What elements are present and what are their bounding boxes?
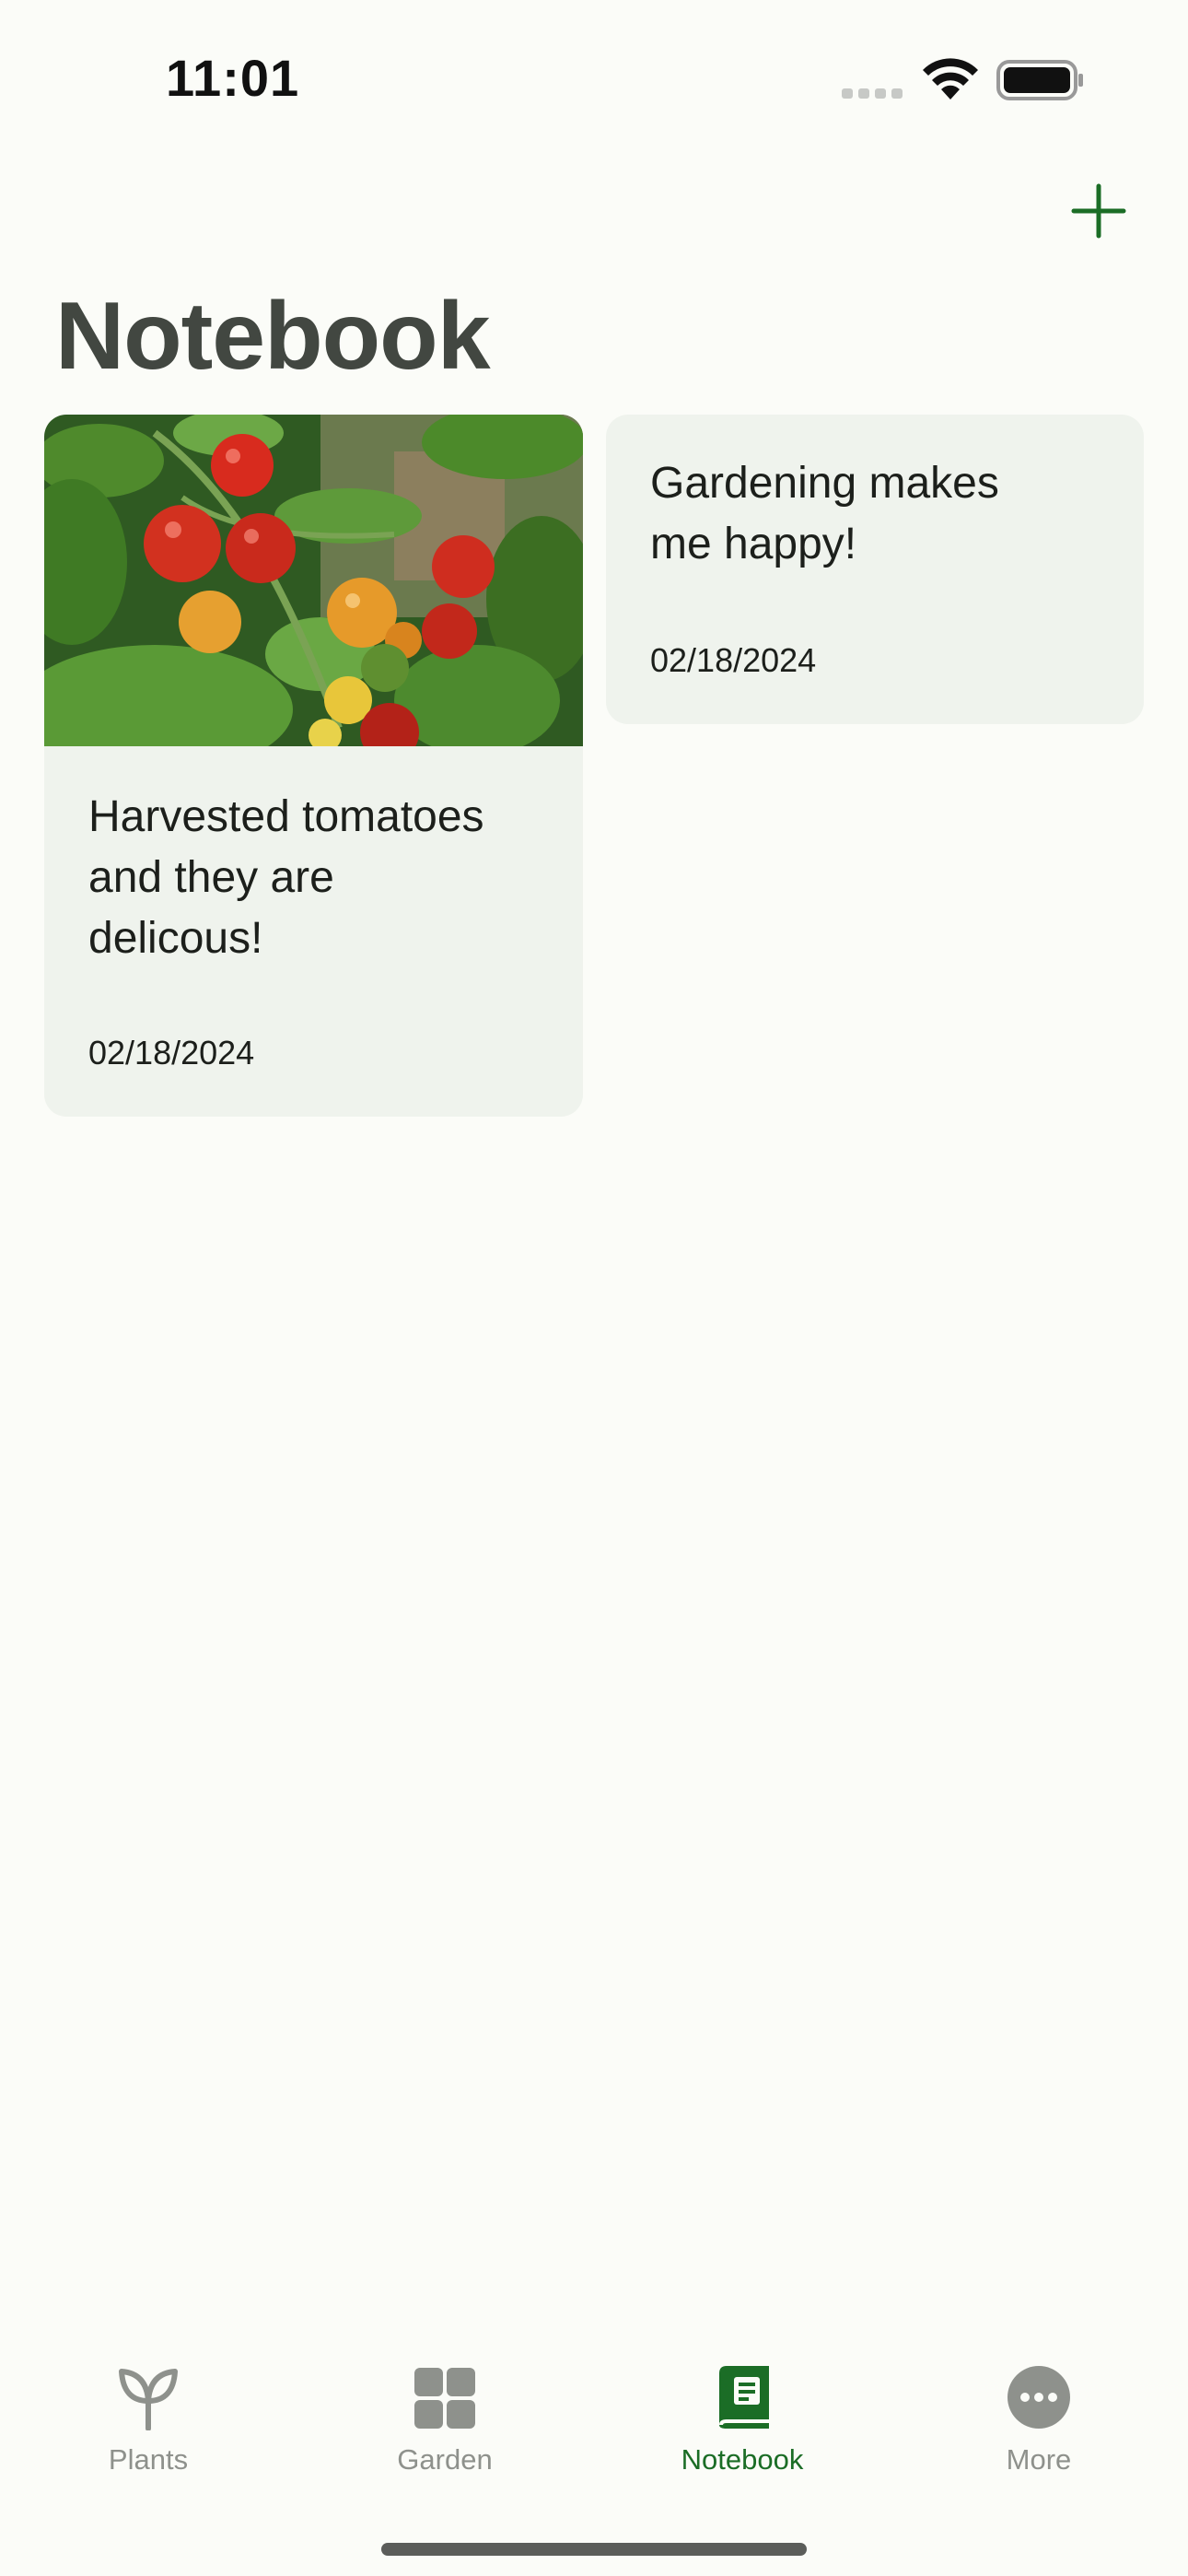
note-card[interactable]: Harvested tomatoes and they are delicous… xyxy=(44,415,583,1117)
note-date: 02/18/2024 xyxy=(650,641,817,679)
tab-garden[interactable]: Garden xyxy=(334,2340,555,2478)
more-icon xyxy=(1007,2366,1070,2429)
tomato-plant-image xyxy=(44,415,583,746)
tab-label: Notebook xyxy=(681,2443,804,2476)
add-note-button[interactable] xyxy=(1068,181,1129,241)
note-text: Harvested tomatoes and they are delicous… xyxy=(88,792,484,963)
tab-notebook[interactable]: Notebook xyxy=(632,2340,853,2478)
note-card[interactable]: Gardening makes me happy! 02/18/2024 xyxy=(606,415,1144,724)
status-time: 11:01 xyxy=(166,49,300,107)
home-indicator[interactable] xyxy=(381,2543,807,2556)
grid-icon xyxy=(414,2368,475,2429)
notebook-screen: 11:01 Notebook Harvested tomatoes and th… xyxy=(0,0,1188,2576)
tab-label: Plants xyxy=(108,2443,189,2476)
wifi-icon xyxy=(923,58,978,100)
notebook-icon xyxy=(719,2366,769,2429)
tab-label: Garden xyxy=(397,2443,493,2476)
battery-icon xyxy=(996,60,1083,100)
sprout-icon xyxy=(119,2369,178,2430)
cellular-signal-icon xyxy=(842,88,903,99)
tab-more[interactable]: More xyxy=(928,2340,1149,2478)
tab-plants[interactable]: Plants xyxy=(38,2340,259,2478)
tab-bar: Plants Garden Notebook More xyxy=(0,2340,1188,2576)
plus-icon xyxy=(1071,183,1126,239)
note-text: Gardening makes me happy! xyxy=(650,459,999,568)
status-bar: 11:01 xyxy=(0,0,1188,157)
page-title: Notebook xyxy=(55,283,491,390)
note-date: 02/18/2024 xyxy=(88,1034,255,1071)
tab-label: More xyxy=(1006,2443,1072,2476)
